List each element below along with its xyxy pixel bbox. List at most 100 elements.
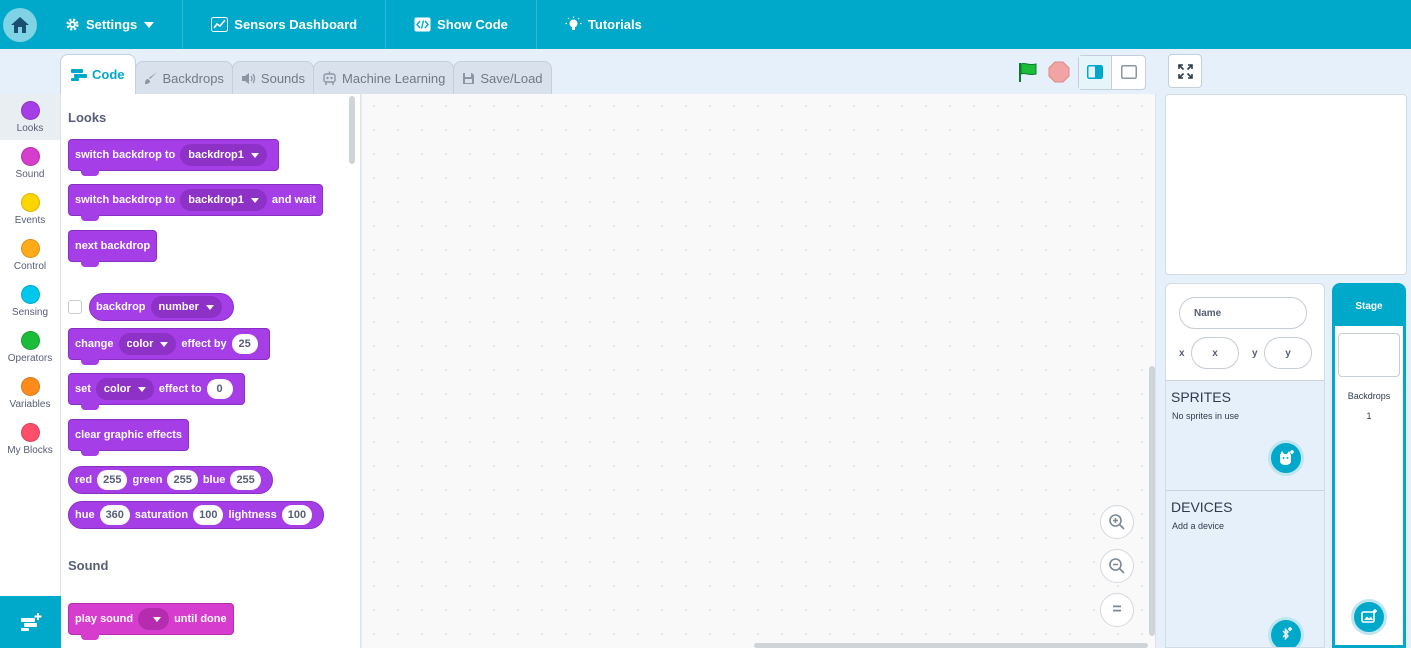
backdrop-dropdown[interactable]: backdrop1 [180, 144, 267, 166]
lightbulb-icon [565, 16, 582, 30]
x-placeholder: x [1212, 347, 1218, 359]
palette-scrollbar[interactable] [349, 96, 355, 164]
backdrop-dropdown[interactable]: backdrop1 [180, 189, 267, 211]
bluetooth-icon [1282, 627, 1292, 641]
tab-save-load[interactable]: Save/Load [453, 61, 552, 94]
fullscreen-button[interactable] [1168, 54, 1202, 88]
dropdown-value: color [126, 338, 154, 350]
lightness-input[interactable]: 100 [281, 505, 313, 525]
chevron-down-icon [144, 21, 155, 28]
tab-save-load-label: Save/Load [480, 70, 543, 86]
palette-section-sound: Sound [68, 558, 109, 573]
add-sprite-icon [1280, 450, 1294, 465]
tab-code[interactable]: Code [60, 54, 136, 94]
speaker-icon [241, 72, 256, 84]
stage-canvas[interactable] [1165, 94, 1407, 275]
sprites-empty-text: No sprites in use [1172, 411, 1240, 421]
x-position-field[interactable]: x [1191, 337, 1239, 369]
zoom-out-button[interactable] [1100, 549, 1134, 583]
category-control[interactable]: Control [0, 232, 60, 278]
tab-code-label: Code [92, 67, 125, 82]
next-backdrop-block[interactable]: next backdrop [68, 230, 158, 267]
sprite-name-field[interactable]: Name [1179, 297, 1307, 329]
run-controls [1012, 54, 1146, 90]
hsl-color-reporter-block[interactable]: hue 360 saturation 100 lightness 100 [68, 501, 325, 529]
stage-selector-panel[interactable]: Stage Backdrops 1 [1332, 283, 1406, 648]
zoom-in-button[interactable] [1100, 505, 1134, 539]
effect-value-input[interactable]: 0 [206, 379, 233, 399]
effect-dropdown[interactable]: color [118, 333, 177, 355]
brush-icon [144, 72, 157, 84]
x-label: x [1179, 348, 1185, 359]
green-input[interactable]: 255 [167, 470, 198, 490]
clear-graphic-effects-block[interactable]: clear graphic effects [68, 419, 189, 456]
sensors-dashboard-button[interactable]: Sensors Dashboard [183, 0, 387, 49]
stop-button[interactable] [1044, 54, 1074, 90]
y-position-field[interactable]: y [1264, 337, 1312, 369]
top-menu-bar: Settings Sensors Dashboard Show Code Tut… [0, 0, 1411, 49]
zoom-reset-button[interactable]: = [1100, 593, 1134, 627]
workspace-horizontal-scrollbar[interactable] [754, 643, 1148, 648]
zoom-in-icon [1109, 514, 1125, 530]
category-events[interactable]: Events [0, 186, 60, 232]
sound-dropdown[interactable] [138, 608, 170, 630]
backdrop-monitor-checkbox[interactable] [68, 300, 82, 314]
block-suffix: and wait [271, 194, 316, 206]
category-events-label: Events [14, 214, 46, 226]
block-text: set [75, 383, 91, 395]
dropdown-value: number [158, 301, 199, 313]
stage-thumbnail [1338, 333, 1400, 377]
category-sensing-label: Sensing [11, 306, 49, 318]
looks-color-dot [20, 100, 40, 120]
category-looks[interactable]: Looks [0, 94, 60, 140]
settings-menu[interactable]: Settings [37, 0, 184, 49]
script-workspace[interactable] [362, 94, 1156, 648]
change-effect-block[interactable]: change color effect by 25 [68, 328, 270, 365]
category-operators[interactable]: Operators [0, 324, 60, 370]
category-my-blocks[interactable]: My Blocks [0, 416, 60, 462]
tutorials-button[interactable]: Tutorials [537, 0, 670, 49]
rgb-color-reporter-block[interactable]: red 255 green 255 blue 255 [68, 466, 273, 494]
lightness-label: lightness [228, 509, 277, 521]
switch-backdrop-wait-block[interactable]: switch backdrop to backdrop1 and wait [68, 184, 323, 221]
category-menu: Looks Sound Events Control Sensing Opera… [0, 94, 61, 648]
stage-layout-toggle [1078, 54, 1146, 90]
hue-input[interactable]: 360 [99, 505, 130, 525]
effect-dropdown[interactable]: color [95, 378, 154, 400]
tab-sounds[interactable]: Sounds [231, 61, 315, 94]
block-text: play sound [75, 613, 134, 625]
set-effect-block[interactable]: set color effect to 0 [68, 373, 245, 410]
add-backdrop-button[interactable] [1351, 599, 1387, 635]
backdrop-property-dropdown[interactable]: number [150, 296, 222, 318]
red-input[interactable]: 255 [97, 470, 128, 490]
sprite-name-placeholder: Name [1194, 307, 1222, 319]
large-stage-button[interactable] [1112, 56, 1145, 89]
sprite-info-panel: Name x x y y SPRITES No sprites in use D… [1165, 283, 1325, 648]
control-color-dot [20, 238, 40, 258]
saturation-input[interactable]: 100 [193, 505, 224, 525]
green-flag-button[interactable] [1012, 54, 1042, 90]
backdrop-reporter-block[interactable]: backdrop number [89, 293, 234, 321]
add-device-button[interactable] [1268, 617, 1304, 647]
category-control-label: Control [13, 260, 47, 272]
sprites-panel: SPRITES No sprites in use [1166, 380, 1324, 490]
add-extension-button[interactable] [0, 596, 61, 648]
home-button[interactable] [3, 7, 37, 42]
category-sensing[interactable]: Sensing [0, 278, 60, 324]
effect-amount-input[interactable]: 25 [231, 334, 258, 354]
blue-input[interactable]: 255 [230, 470, 261, 490]
small-stage-button[interactable] [1079, 55, 1112, 89]
play-sound-until-done-block[interactable]: play sound until done [68, 603, 234, 640]
category-variables[interactable]: Variables [0, 370, 60, 416]
save-icon [463, 72, 475, 84]
block-text-mid: effect by [181, 338, 227, 350]
block-text: switch backdrop to [75, 194, 176, 206]
add-sprite-button[interactable] [1268, 440, 1304, 476]
category-sound[interactable]: Sound [0, 140, 60, 186]
show-code-button[interactable]: Show Code [386, 0, 537, 49]
workspace-vertical-scrollbar[interactable] [1149, 366, 1155, 636]
tab-backdrops[interactable]: Backdrops [134, 61, 233, 94]
switch-backdrop-block[interactable]: switch backdrop to backdrop1 [68, 139, 279, 176]
dropdown-value: color [103, 383, 131, 395]
tab-machine-learning[interactable]: Machine Learning [313, 61, 455, 94]
